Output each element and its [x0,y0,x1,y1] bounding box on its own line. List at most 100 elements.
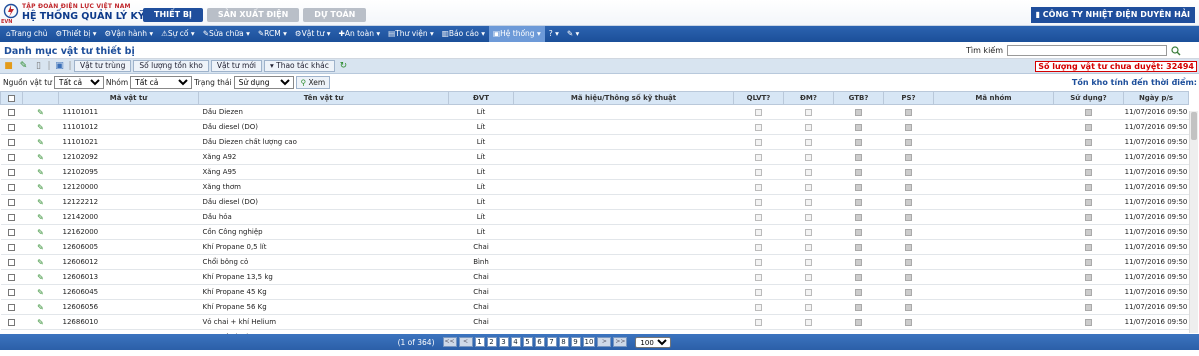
row-checkbox-cell[interactable] [0,119,23,135]
row-checkbox-cell[interactable] [0,299,23,315]
view-button[interactable]: ⚲ Xem [295,76,331,89]
row-checkbox[interactable] [8,153,15,161]
pencil-icon[interactable]: ✎ [37,243,44,252]
page-number-button[interactable]: 6 [534,337,545,347]
page-number-button[interactable]: 1 [474,337,485,347]
row-edit-cell[interactable]: ✎ [22,299,59,315]
unapproved-count[interactable]: Số lượng vật tư chưa duyệt: 32494 [1035,61,1197,72]
new-items-button[interactable]: Vật tư mới [210,60,262,72]
table-row[interactable]: ✎ 12606012 Chổi bông cỏ Bình 11/07/2016 09:5… [0,254,1189,270]
pencil-icon[interactable]: ✎ [37,198,44,207]
row-edit-cell[interactable]: ✎ [22,314,59,330]
row-edit-cell[interactable]: ✎ [22,164,59,180]
pencil-icon[interactable]: ✎ [37,108,44,117]
nav-su-co[interactable]: ⚠Sự cố ▾ [157,26,199,42]
pencil-icon[interactable]: ✎ [37,213,44,222]
page-number-button[interactable]: 4 [510,337,521,347]
table-row[interactable]: ✎ 12120000 Xăng thơm Lít 11/07/2016 09:50 [0,179,1189,195]
group-select[interactable]: Tất cả [130,76,193,89]
row-edit-cell[interactable]: ✎ [22,104,59,120]
nav-van-hanh[interactable]: ⚙Vận hành ▾ [101,26,158,42]
pencil-icon[interactable]: ✎ [37,258,44,267]
row-edit-cell[interactable]: ✎ [22,179,59,195]
search-icon[interactable] [1171,45,1181,56]
row-checkbox[interactable] [8,168,15,176]
page-number-button[interactable]: 9 [570,337,581,347]
col-date[interactable]: Ngày p/s [1123,91,1189,105]
page-number-button[interactable]: 3 [498,337,509,347]
nav-vat-tu[interactable]: ⚙Vật tư ▾ [291,26,335,42]
prev-page-button[interactable]: < [458,337,473,347]
row-checkbox-cell[interactable] [0,269,23,285]
pencil-icon[interactable]: ✎ [37,168,44,177]
row-checkbox-cell[interactable] [0,254,23,270]
row-checkbox[interactable] [8,288,15,296]
company-button[interactable]: ▮ CÔNG TY NHIỆT ĐIỆN DUYÊN HẢI [1030,7,1195,23]
row-edit-cell[interactable]: ✎ [22,254,59,270]
row-edit-cell[interactable]: ✎ [22,239,59,255]
pencil-icon[interactable]: ✎ [37,183,44,192]
table-row[interactable]: ✎ 11101011 Dầu Diezen Lít 11/07/2016 09:50 [0,104,1189,120]
nav-thiet-bi[interactable]: ⚙Thiết bị ▾ [51,26,100,42]
row-checkbox[interactable] [8,258,15,266]
table-row[interactable]: ✎ 12142000 Dầu hỏa Lít 11/07/2016 09:50 [0,209,1189,225]
row-checkbox[interactable] [8,303,15,311]
row-checkbox-cell[interactable] [0,284,23,300]
pencil-icon[interactable]: ✎ [37,228,44,237]
col-ps[interactable]: PS? [883,91,934,105]
col-spec[interactable]: Mã hiệu/Thông số kỹ thuật [513,91,734,105]
nav-an-toan[interactable]: ✚An toàn ▾ [335,26,385,42]
select-all-header[interactable] [0,91,23,105]
stock-quantity-button[interactable]: Số lượng tồn kho [133,60,209,72]
col-in-use[interactable]: Sử dụng? [1053,91,1124,105]
row-checkbox[interactable] [8,183,15,191]
row-checkbox-cell[interactable] [0,314,23,330]
nav-sua-chua[interactable]: ✎Sửa chữa ▾ [199,26,254,42]
row-checkbox-cell[interactable] [0,149,23,165]
nav-rcm[interactable]: ✎RCM ▾ [254,26,291,42]
row-checkbox[interactable] [8,243,15,251]
pencil-icon[interactable]: ✎ [37,303,44,312]
col-group-code[interactable]: Mã nhóm [933,91,1054,105]
other-actions-button[interactable]: ▾ Thao tác khác [263,60,335,72]
table-row[interactable]: ✎ 12102095 Xăng A95 Lít 11/07/2016 09:50 [0,164,1189,180]
row-checkbox-cell[interactable] [0,239,23,255]
col-code[interactable]: Mã vật tư [58,91,199,105]
row-edit-cell[interactable]: ✎ [22,119,59,135]
nav-bao-cao[interactable]: ▥Báo cáo ▾ [438,26,489,42]
row-edit-cell[interactable]: ✎ [22,134,59,150]
pencil-icon[interactable]: ✎ [37,318,44,327]
row-edit-cell[interactable]: ✎ [22,194,59,210]
col-gtb[interactable]: GTB? [833,91,884,105]
row-checkbox[interactable] [8,108,15,116]
table-row[interactable]: ✎ 11101021 Dầu Diezen chất lượng cao Lít 11/… [0,134,1189,150]
table-row[interactable]: ✎ 12686010 Vỏ chai + khí Helium Chai 11/07/2… [0,314,1189,330]
row-edit-cell[interactable]: ✎ [22,269,59,285]
page-number-button[interactable]: 8 [558,337,569,347]
delete-icon[interactable]: ▯ [32,60,45,72]
page-number-button[interactable]: 5 [522,337,533,347]
row-edit-cell[interactable]: ✎ [22,224,59,240]
table-row[interactable]: ✎ 12162000 Cồn Công nghiệp Lít 11/07/2016 09… [0,224,1189,240]
row-checkbox-cell[interactable] [0,194,23,210]
pencil-icon[interactable]: ✎ [37,288,44,297]
first-page-button[interactable]: << [442,337,457,347]
row-checkbox-cell[interactable] [0,179,23,195]
col-dm[interactable]: ĐM? [783,91,834,105]
row-edit-cell[interactable]: ✎ [22,284,59,300]
folder-icon[interactable]: ■ [2,60,15,72]
module-san-xuat-dien[interactable]: SẢN XUẤT ĐIỆN [206,8,300,22]
row-checkbox-cell[interactable] [0,164,23,180]
edit-icon[interactable]: ✎ [17,60,30,72]
pencil-icon[interactable]: ✎ [37,138,44,147]
refresh-icon[interactable]: ↻ [337,60,350,72]
row-edit-cell[interactable]: ✎ [22,149,59,165]
row-checkbox[interactable] [8,213,15,221]
col-unit[interactable]: ĐVT [448,91,514,105]
row-checkbox[interactable] [8,273,15,281]
row-checkbox[interactable] [8,138,15,146]
row-checkbox[interactable] [8,123,15,131]
pencil-icon[interactable]: ✎ [37,153,44,162]
nav-tools[interactable]: ✎ ▾ [563,26,583,42]
table-row[interactable]: ✎ 11101012 Dầu diesel (DO) Lít 11/07/2016 09… [0,119,1189,135]
